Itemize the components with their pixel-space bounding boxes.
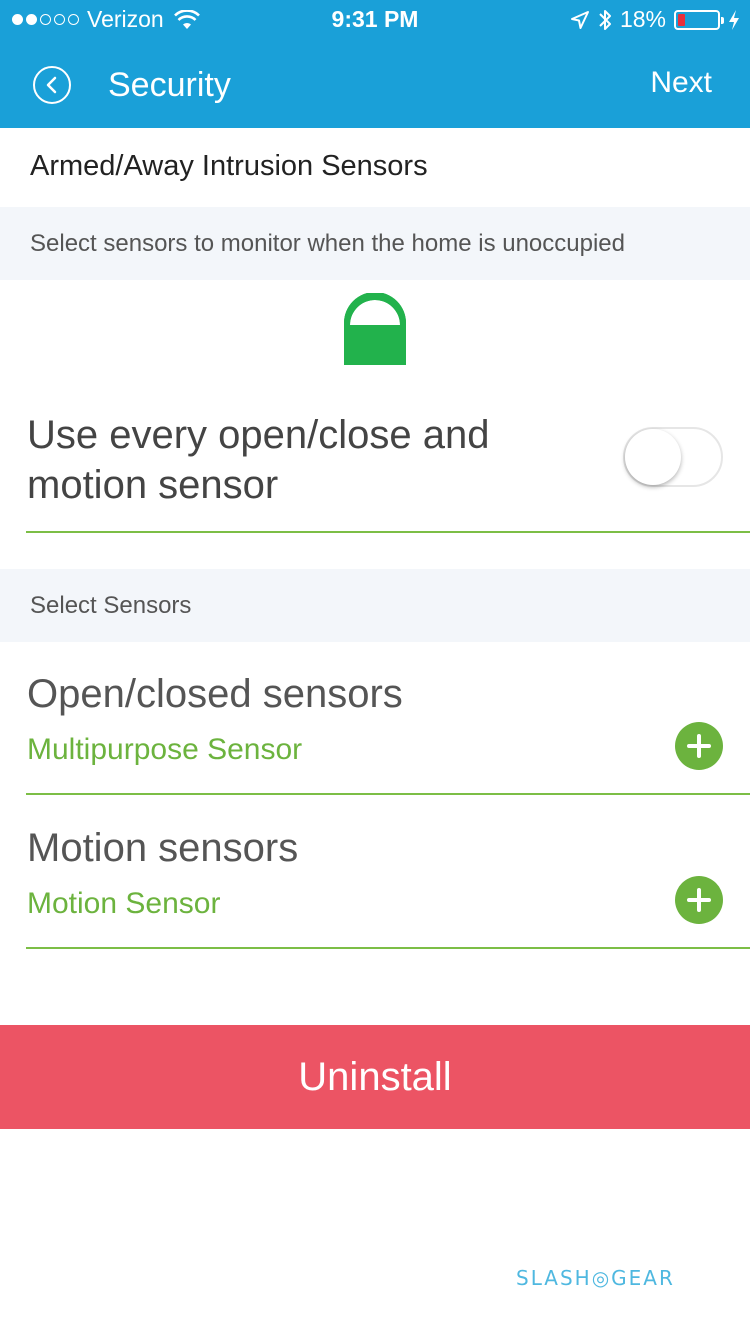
uninstall-label: Uninstall	[298, 1054, 452, 1099]
battery-icon	[674, 9, 724, 30]
divider	[26, 531, 750, 533]
plus-icon	[687, 734, 711, 758]
use-all-sensors-label: Use every open/close and motion sensor	[27, 413, 490, 507]
bluetooth-icon	[599, 9, 611, 30]
sensor-title: Motion sensors	[27, 826, 299, 870]
location-arrow-icon	[570, 10, 589, 29]
sensor-selected: Motion Sensor	[27, 887, 221, 920]
divider	[26, 947, 750, 949]
charging-bolt-icon	[729, 9, 739, 30]
select-sensors-header: Select Sensors	[0, 569, 750, 642]
battery-percent: 18%	[619, 6, 666, 32]
sensor-selected: Multipurpose Sensor	[27, 733, 303, 766]
status-bar: Verizon 9:31 PM 18%	[0, 0, 750, 40]
page-title: Security	[108, 66, 231, 104]
chevron-left-icon	[46, 76, 57, 94]
app-header: Verizon 9:31 PM 18% Security Next	[0, 0, 750, 128]
navigation-bar: Security Next	[0, 50, 750, 120]
next-button[interactable]: Next	[650, 66, 712, 100]
use-all-sensors-toggle[interactable]	[623, 427, 723, 487]
select-sensors-text: Select Sensors	[30, 591, 192, 619]
add-open-closed-sensor-button[interactable]	[675, 722, 723, 770]
description-text: Select sensors to monitor when the home …	[30, 229, 625, 257]
sensor-title: Open/closed sensors	[27, 672, 403, 716]
lock-icon	[344, 293, 406, 365]
section-title: Armed/Away Intrusion Sensors	[30, 150, 428, 182]
back-button[interactable]	[33, 66, 71, 104]
uninstall-button[interactable]: Uninstall	[0, 1025, 750, 1129]
divider	[26, 793, 750, 795]
watermark-logo: SLASH◎GEAR	[516, 1266, 675, 1290]
toggle-knob	[625, 429, 681, 485]
plus-icon	[687, 888, 711, 912]
add-motion-sensor-button[interactable]	[675, 876, 723, 924]
description-banner: Select sensors to monitor when the home …	[0, 207, 750, 280]
